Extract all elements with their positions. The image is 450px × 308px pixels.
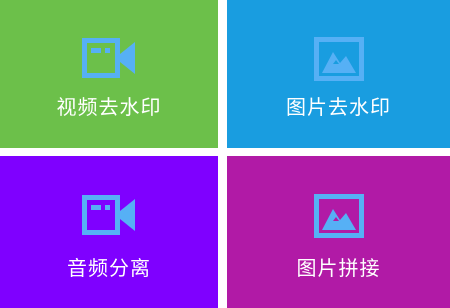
tile-label: 图片去水印: [286, 95, 391, 119]
tile-image-watermark-removal[interactable]: 图片去水印: [227, 0, 450, 148]
video-camera-icon: [82, 38, 135, 78]
video-camera-icon: [82, 195, 135, 235]
image-icon: [313, 37, 364, 81]
tile-label: 图片拼接: [296, 256, 381, 280]
image-icon: [313, 194, 364, 238]
tile-image-stitching[interactable]: 图片拼接: [227, 156, 450, 308]
tile-video-watermark-removal[interactable]: 视频去水印: [0, 0, 218, 148]
tile-label: 音频分离: [67, 256, 151, 280]
tile-label: 视频去水印: [56, 95, 162, 119]
tile-audio-separation[interactable]: 音频分离: [0, 156, 218, 308]
